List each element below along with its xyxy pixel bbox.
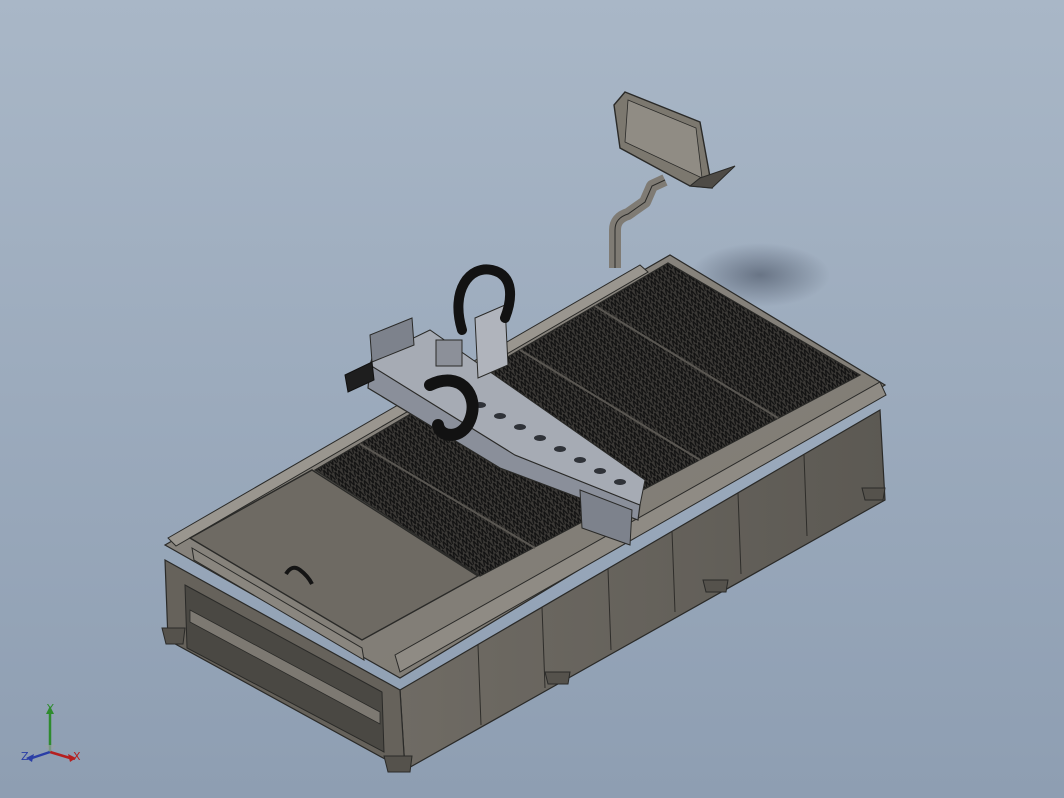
cad-model[interactable] [0,0,1064,798]
axis-label-x: X [73,750,81,763]
axis-label-z: Z [21,750,29,763]
graphics-viewport[interactable]: Y X Z [0,0,1064,798]
monitor-arm [609,174,668,268]
servo-motor [435,339,463,367]
axis-label-y: Y [47,702,54,715]
view-triad[interactable]: Y X Z [18,700,88,770]
